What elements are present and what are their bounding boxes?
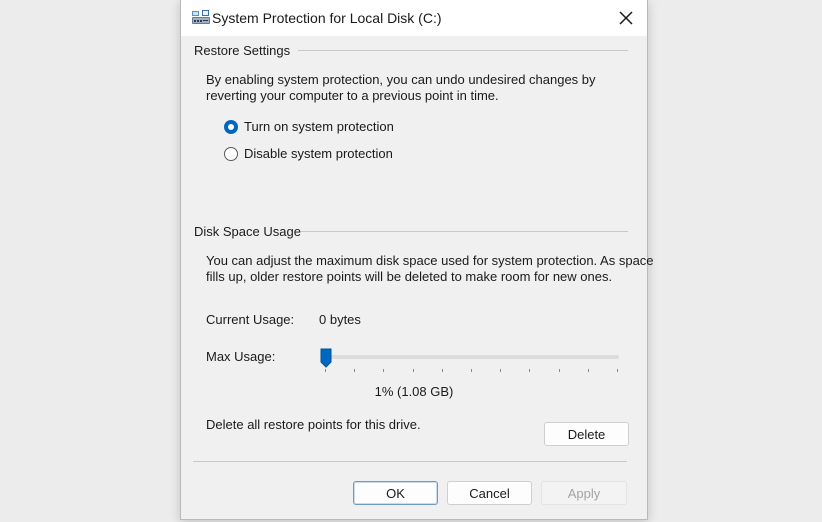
title-bar: System Protection for Local Disk (C:): [181, 0, 647, 36]
dialog-content: Restore Settings By enabling system prot…: [181, 36, 654, 519]
slider-tick: [383, 369, 385, 372]
max-usage-slider[interactable]: [323, 355, 619, 359]
max-usage-label: Max Usage:: [206, 349, 276, 364]
slider-tick: [412, 369, 414, 372]
slider-thumb[interactable]: [320, 348, 332, 368]
current-usage-value: 0 bytes: [319, 312, 361, 327]
apply-button[interactable]: Apply: [541, 481, 627, 505]
delete-restore-points-text: Delete all restore points for this drive…: [206, 417, 421, 432]
radio-unselected-indicator: [224, 146, 238, 161]
system-protection-dialog: System Protection for Local Disk (C:) Re…: [180, 0, 654, 520]
radio-turn-on-label: Turn on system protection: [244, 119, 394, 134]
slider-tick: [500, 369, 502, 372]
slider-tick: [587, 369, 589, 372]
disk-description-line1: You can adjust the maximum disk space us…: [206, 253, 654, 268]
restore-settings-divider: [298, 50, 628, 51]
disk-description-line2: fills up, older restore points will be d…: [206, 269, 613, 284]
cancel-button[interactable]: Cancel: [447, 481, 532, 505]
footer-divider: [193, 461, 627, 462]
window-title: System Protection for Local Disk (C:): [212, 10, 442, 26]
restore-description-line1: By enabling system protection, you can u…: [206, 72, 596, 87]
slider-tick: [558, 369, 560, 372]
slider-tick: [617, 369, 618, 372]
radio-turn-on-protection[interactable]: Turn on system protection: [224, 119, 394, 134]
slider-tick: [441, 369, 443, 372]
radio-selected-indicator: [224, 119, 238, 134]
radio-disable-protection[interactable]: Disable system protection: [224, 146, 393, 161]
slider-tick: [354, 369, 356, 372]
slider-tick: [471, 369, 472, 372]
current-usage-label: Current Usage:: [206, 312, 295, 327]
close-icon[interactable]: [615, 7, 637, 29]
radio-disable-label: Disable system protection: [244, 146, 393, 161]
ok-button[interactable]: OK: [353, 481, 438, 505]
max-usage-value: 1% (1.08 GB): [374, 384, 454, 399]
disk-space-divider: [301, 231, 628, 232]
disk-space-usage-label: Disk Space Usage: [194, 224, 301, 239]
system-protection-icon: [192, 10, 210, 24]
restore-settings-label: Restore Settings: [194, 43, 291, 58]
delete-button[interactable]: Delete: [544, 422, 629, 446]
slider-tick: [325, 369, 326, 372]
slider-tick: [529, 369, 531, 372]
restore-description-line2: reverting your computer to a previous po…: [206, 88, 499, 103]
